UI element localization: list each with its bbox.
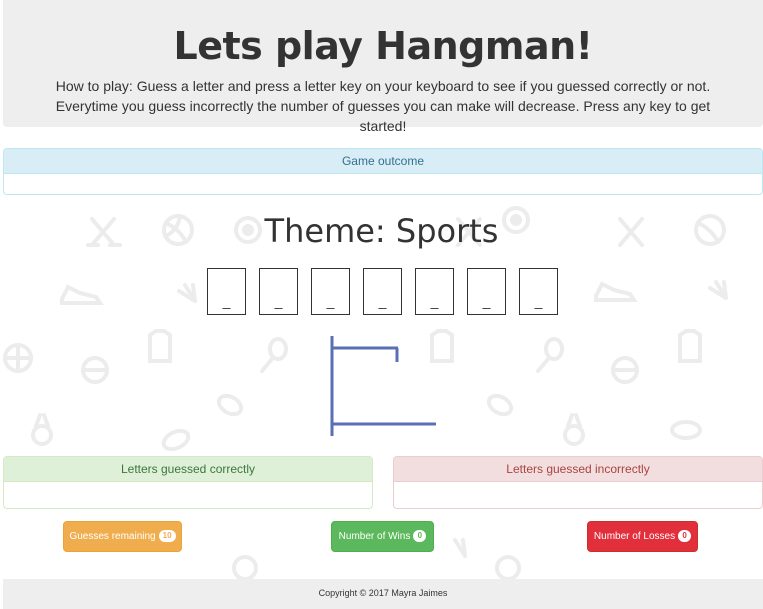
medal-icon xyxy=(31,413,53,446)
losses-button[interactable]: Number of Losses 0 xyxy=(587,521,698,552)
football-icon xyxy=(486,393,514,417)
hangman-gallows xyxy=(330,336,436,436)
football-icon xyxy=(216,393,244,417)
jersey-icon xyxy=(678,329,702,363)
puck-icon xyxy=(670,420,702,440)
letter-slot: _ xyxy=(363,268,402,315)
incorrect-letters-heading: Letters guessed incorrectly xyxy=(394,457,762,482)
letter-slot: _ xyxy=(519,268,558,315)
letter-slot: _ xyxy=(311,268,350,315)
shuttlecock-icon xyxy=(453,538,467,558)
tennis-racket-icon xyxy=(260,337,288,373)
basketball-icon xyxy=(81,356,109,384)
game-outcome-panel: Game outcome xyxy=(3,148,763,195)
game-outcome-heading: Game outcome xyxy=(4,149,762,174)
jersey-icon xyxy=(148,329,172,363)
basketball-icon xyxy=(611,356,639,384)
copyright-text: Copyright © 2017 Mayra Jaimes xyxy=(318,588,448,598)
sneaker-icon xyxy=(594,281,638,302)
tennis-racket-icon xyxy=(536,337,564,373)
guesses-remaining-badge: 10 xyxy=(158,530,176,542)
shuttlecock-icon xyxy=(177,283,197,303)
correct-letters-heading: Letters guessed correctly xyxy=(4,457,372,482)
incorrect-letters-panel: Letters guessed incorrectly xyxy=(393,456,763,509)
losses-badge: 0 xyxy=(678,530,692,542)
soccer-ball-icon xyxy=(232,555,258,580)
soccer-ball-icon xyxy=(495,555,521,580)
theme-title: Theme: Sports xyxy=(264,212,499,250)
shuttlecock-icon xyxy=(708,280,728,300)
letter-slot: _ xyxy=(259,268,298,315)
correct-letters-panel: Letters guessed correctly xyxy=(3,456,373,509)
wins-button[interactable]: Number of Wins 0 xyxy=(331,521,434,552)
sneaker-icon xyxy=(60,284,104,305)
football-icon xyxy=(161,428,191,452)
footer: Copyright © 2017 Mayra Jaimes xyxy=(3,579,763,609)
letter-slot: _ xyxy=(467,268,506,315)
wins-label: Number of Wins xyxy=(338,531,411,542)
letter-slot: _ xyxy=(207,268,246,315)
guesses-remaining-button[interactable]: Guesses remaining 10 xyxy=(63,521,182,552)
wins-badge: 0 xyxy=(413,530,427,542)
medal-icon xyxy=(563,413,585,446)
basketball-icon xyxy=(3,343,33,373)
header-jumbotron: Lets play Hangman! How to play: Guess a … xyxy=(3,0,763,134)
guesses-remaining-label: Guesses remaining xyxy=(69,531,156,542)
instructions-text: How to play: Guess a letter and press a … xyxy=(55,78,711,134)
losses-label: Number of Losses xyxy=(593,531,676,542)
letter-slot: _ xyxy=(415,268,454,315)
page-title: Lets play Hangman! xyxy=(173,24,593,68)
